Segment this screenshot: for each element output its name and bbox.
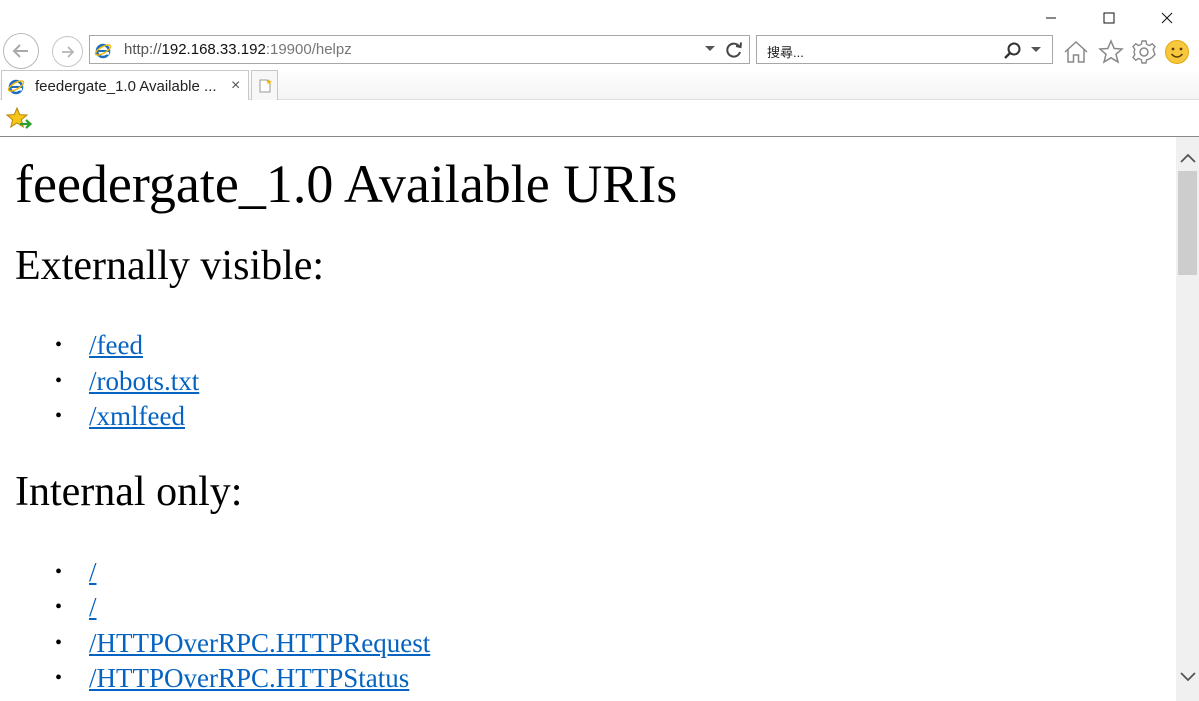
url-path: :19900/helpz <box>265 41 352 58</box>
tab-close-icon[interactable]: × <box>231 77 240 95</box>
ie-tab-icon <box>7 79 25 95</box>
search-icon[interactable] <box>1003 41 1023 61</box>
internal-links-list: / / /HTTPOverRPC.HTTPRequest /HTTPOverRP… <box>15 555 1176 697</box>
link-root[interactable]: / <box>89 557 97 587</box>
external-heading: Externally visible: <box>15 243 325 289</box>
url-host: 192.168.33.192 <box>161 41 266 58</box>
list-item: /robots.txt <box>55 364 1176 400</box>
search-box[interactable]: 搜尋... <box>756 35 1053 64</box>
minimize-icon <box>1046 17 1056 19</box>
tab-strip: feedergate_1.0 Available ... × <box>0 69 1199 100</box>
chevron-up-icon <box>1179 153 1196 163</box>
forward-arrow-icon <box>61 45 74 58</box>
page-title: feedergate_1.0 Available URIs <box>15 154 678 214</box>
favorites-bar <box>0 100 1199 137</box>
home-button[interactable] <box>1062 38 1090 66</box>
link-root[interactable]: / <box>89 592 97 622</box>
link-robots-txt[interactable]: /robots.txt <box>89 366 199 396</box>
tools-button[interactable] <box>1130 38 1158 66</box>
link-httpoverrpc-httprequest[interactable]: /HTTPOverRPC.HTTPRequest <box>89 628 430 658</box>
maximize-icon <box>1103 12 1115 24</box>
page-viewport: feedergate_1.0 Available URIs Externally… <box>0 137 1176 701</box>
list-item: /xmlfeed <box>55 399 1176 435</box>
close-window-button[interactable] <box>1138 0 1196 36</box>
favorites-star-icon <box>1098 39 1124 64</box>
scroll-down-button[interactable] <box>1176 666 1199 688</box>
search-input[interactable]: 搜尋... <box>767 42 804 61</box>
settings-gear-icon <box>1132 40 1156 64</box>
scrollbar-thumb[interactable] <box>1178 171 1197 275</box>
maximize-button[interactable] <box>1080 0 1138 36</box>
list-item: / <box>55 590 1176 626</box>
address-bar[interactable]: http://192.168.33.192:19900/helpz <box>89 35 750 64</box>
page-content: feedergate_1.0 Available URIs Externally… <box>0 152 1176 697</box>
list-item: / <box>55 555 1176 591</box>
tab-active[interactable]: feedergate_1.0 Available ... × <box>1 70 249 100</box>
external-links-list: /feed /robots.txt /xmlfeed <box>15 328 1176 435</box>
link-xmlfeed[interactable]: /xmlfeed <box>89 401 185 431</box>
search-dropdown-icon[interactable] <box>1031 46 1041 53</box>
refresh-icon[interactable] <box>724 40 744 60</box>
link-httpoverrpc-httpstatus[interactable]: /HTTPOverRPC.HTTPStatus <box>89 663 409 693</box>
close-icon <box>1161 12 1173 24</box>
list-item: /feed <box>55 328 1176 364</box>
internal-heading: Internal only: <box>15 468 243 515</box>
url-text[interactable]: http://192.168.33.192:19900/helpz <box>124 41 352 58</box>
back-arrow-icon <box>12 44 28 58</box>
favorites-button[interactable] <box>1097 38 1125 66</box>
scroll-up-button[interactable] <box>1176 147 1199 169</box>
new-tab-icon <box>259 78 272 92</box>
back-button[interactable] <box>3 33 39 69</box>
list-item: /HTTPOverRPC.HTTPStatus <box>55 661 1176 697</box>
title-bar <box>0 0 1199 36</box>
list-item: /HTTPOverRPC.HTTPRequest <box>55 626 1176 662</box>
vertical-scrollbar[interactable] <box>1176 137 1199 701</box>
add-to-favorites-bar-icon[interactable] <box>6 107 32 131</box>
minimize-button[interactable] <box>1022 0 1080 36</box>
tab-title: feedergate_1.0 Available ... <box>35 78 217 95</box>
address-dropdown-icon[interactable] <box>704 45 716 53</box>
url-prefix: http:// <box>124 41 162 58</box>
ie-page-icon <box>94 43 112 59</box>
forward-button[interactable] <box>52 36 83 67</box>
new-tab-button[interactable] <box>251 70 278 100</box>
feedback-button[interactable] <box>1163 38 1191 66</box>
link-feed[interactable]: /feed <box>89 330 143 360</box>
chevron-down-icon <box>1179 672 1196 682</box>
home-icon <box>1064 40 1088 63</box>
feedback-smiley-icon <box>1165 40 1189 64</box>
navigation-bar: http://192.168.33.192:19900/helpz 搜尋... <box>0 33 1199 69</box>
